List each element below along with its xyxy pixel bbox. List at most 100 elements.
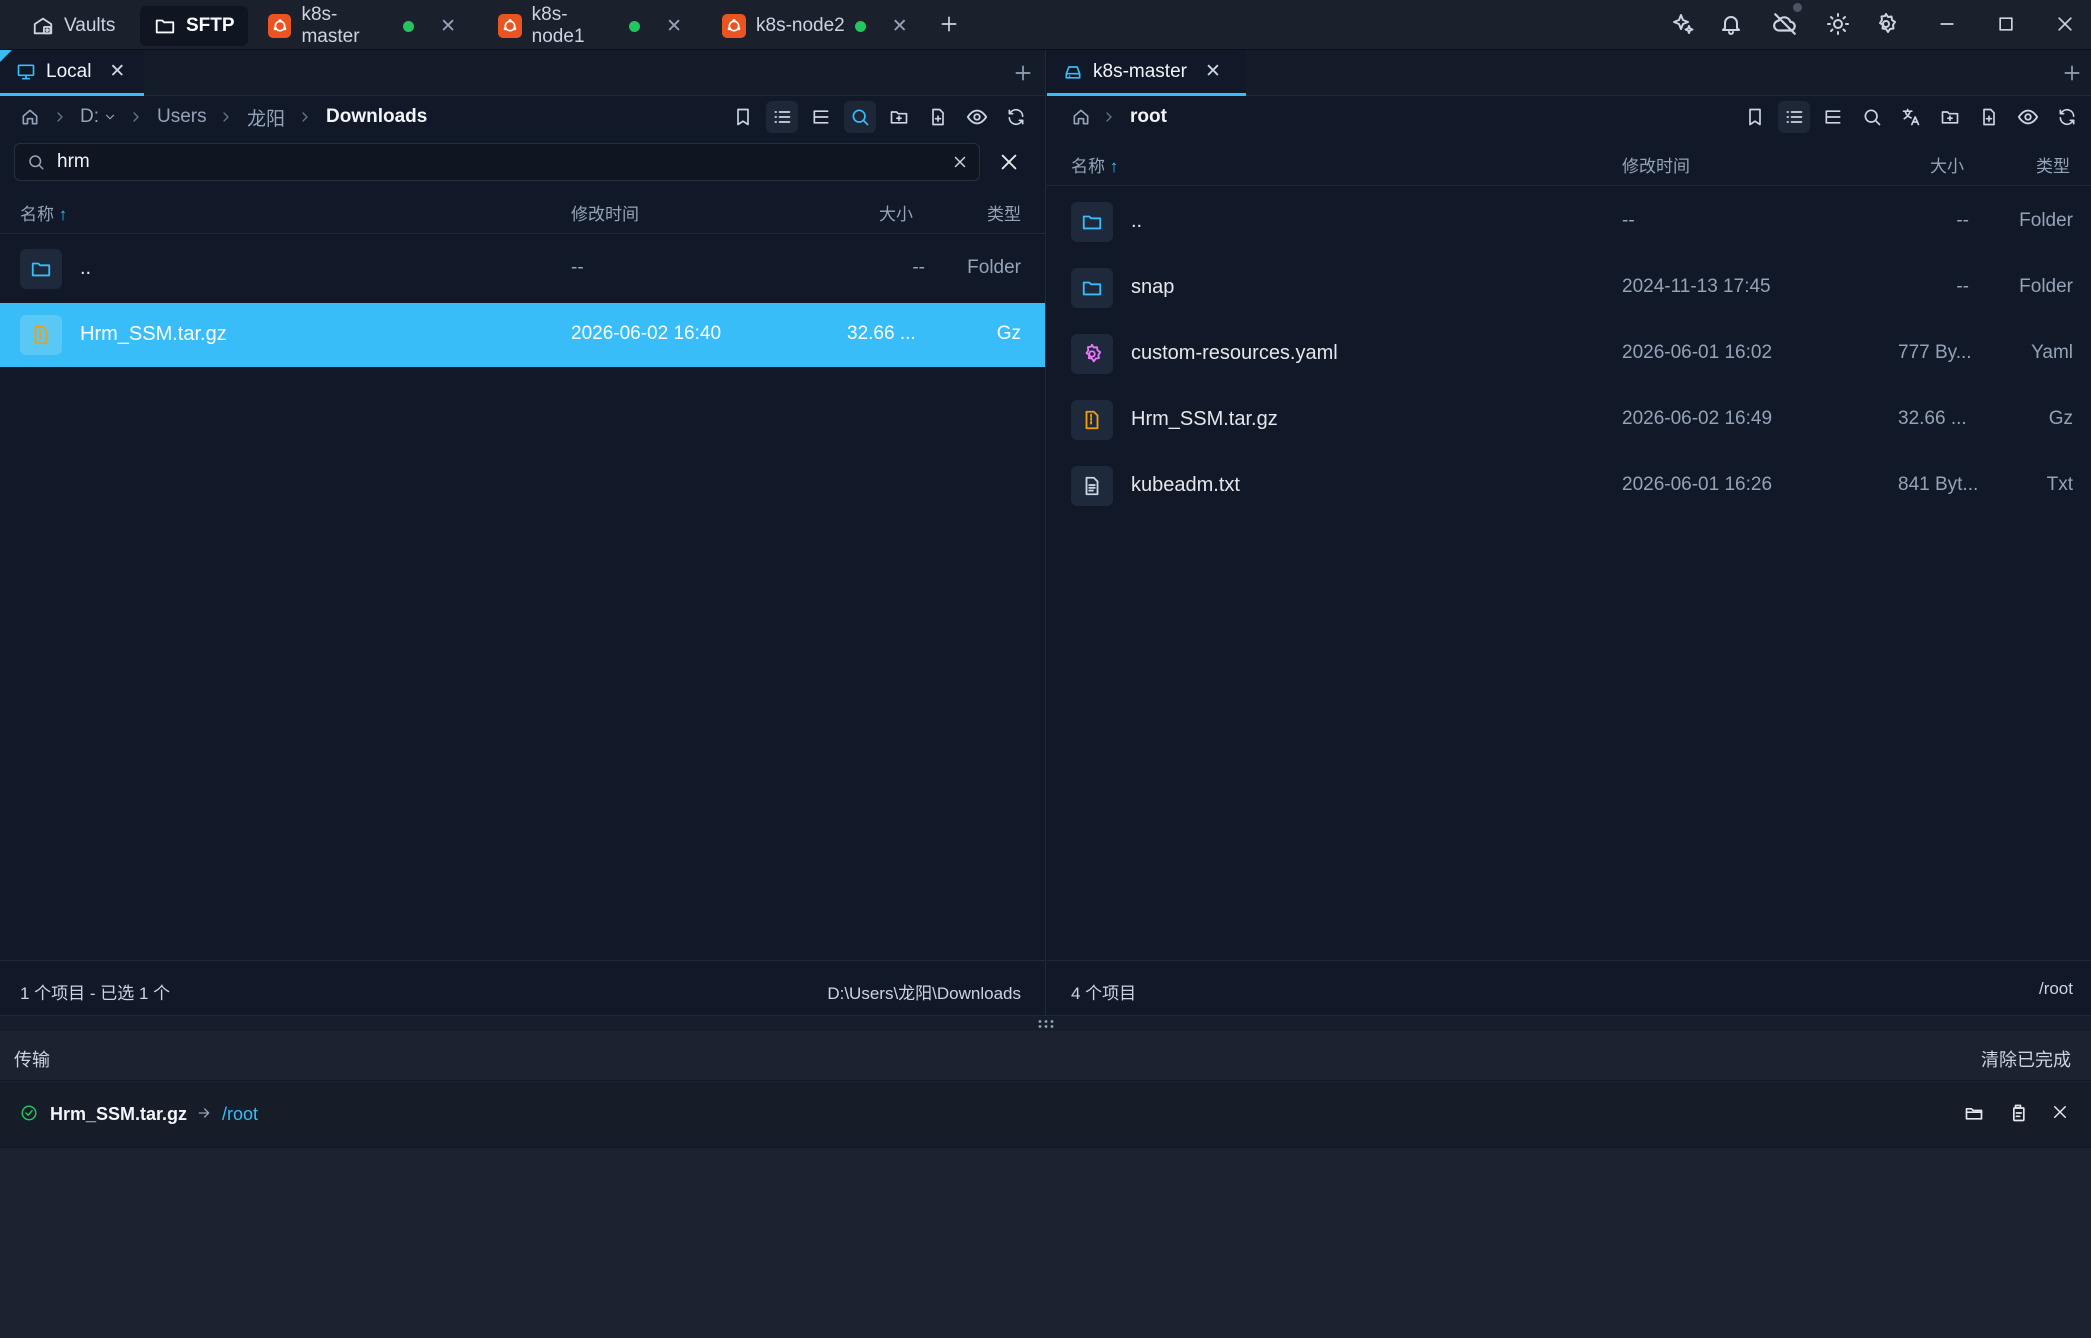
- file-modified: 2026-06-01 16:02: [1622, 342, 1773, 363]
- monitor-icon: [16, 62, 36, 82]
- remove-transfer-icon[interactable]: [2051, 1103, 2069, 1121]
- col-name[interactable]: 名称 ↑: [20, 200, 67, 225]
- new-tab-plus-icon[interactable]: [1008, 58, 1038, 88]
- panel-resize-handle[interactable]: [0, 1015, 2091, 1031]
- eye-icon[interactable]: [2012, 101, 2044, 133]
- cloud-off-icon[interactable]: [1770, 3, 1802, 39]
- remote-tabbar: k8s-master ✕: [1047, 50, 2091, 96]
- col-name[interactable]: 名称 ↑: [1071, 152, 1118, 177]
- breadcrumb-drive[interactable]: D:: [80, 96, 117, 138]
- tab-k8s-node2[interactable]: k8s-node2 ✕: [708, 6, 924, 46]
- tree-view-icon[interactable]: [1817, 101, 1849, 133]
- gear-icon[interactable]: [1871, 9, 1901, 39]
- connected-dot: [629, 20, 641, 32]
- chevron-right-icon: [128, 109, 144, 125]
- new-folder-icon[interactable]: [1934, 101, 1966, 133]
- tab-label: k8s-master: [1093, 60, 1187, 82]
- tree-view-icon[interactable]: [805, 101, 837, 133]
- file-size: 32.66 ...: [1898, 408, 1967, 429]
- breadcrumb-current[interactable]: Downloads: [326, 96, 427, 138]
- search-icon[interactable]: [844, 101, 876, 133]
- sun-icon[interactable]: [1823, 9, 1853, 39]
- badge-dot: [1793, 3, 1802, 12]
- search-icon[interactable]: [1856, 101, 1888, 133]
- file-type: Folder: [2019, 210, 2073, 231]
- maximize-icon[interactable]: [1991, 9, 2021, 39]
- table-row[interactable]: .. -- -- Folder: [0, 237, 1045, 301]
- close-tab-icon[interactable]: ✕: [109, 60, 125, 83]
- file-size: --: [1956, 276, 1969, 297]
- file-size: 777 By...: [1898, 342, 1972, 363]
- tab-k8s-node1[interactable]: k8s-node1 ✕: [484, 4, 696, 47]
- close-icon[interactable]: [2050, 9, 2080, 39]
- col-type[interactable]: 类型: [987, 200, 1021, 225]
- new-file-icon[interactable]: [1973, 101, 2005, 133]
- new-file-icon[interactable]: [922, 101, 954, 133]
- tab-k8s-master[interactable]: k8s-master ✕: [1047, 50, 1246, 96]
- list-view-icon[interactable]: [1778, 101, 1810, 133]
- file-modified: --: [571, 257, 584, 278]
- transfer-destination-link[interactable]: /root: [222, 1104, 258, 1125]
- table-row[interactable]: snap 2024-11-13 17:45 -- Folder: [1047, 256, 2091, 320]
- file-name: snap: [1131, 276, 1175, 298]
- tab-sftp[interactable]: SFTP: [140, 6, 248, 46]
- bookmark-icon[interactable]: [1739, 101, 1771, 133]
- minimize-icon[interactable]: [1932, 9, 1962, 39]
- close-tab-icon[interactable]: ✕: [892, 15, 908, 38]
- chevron-right-icon: [297, 109, 313, 125]
- table-row[interactable]: Hrm_SSM.tar.gz 2026-06-02 16:49 32.66 ..…: [1047, 388, 2091, 452]
- search-input[interactable]: [57, 148, 937, 176]
- refresh-icon[interactable]: [1000, 101, 1032, 133]
- home-icon[interactable]: [1071, 96, 1091, 138]
- sort-asc-icon: ↑: [58, 205, 68, 224]
- vault-icon: [32, 15, 54, 37]
- close-tab-icon[interactable]: ✕: [1205, 60, 1221, 83]
- col-modified[interactable]: 修改时间: [571, 200, 639, 225]
- column-header: 名称 ↑ 修改时间 大小 类型: [0, 186, 1045, 234]
- col-size[interactable]: 大小: [879, 200, 913, 225]
- status-bar: 4 个项目 /root: [1047, 960, 2091, 1015]
- status-path: /root: [2038, 979, 2073, 998]
- copy-path-icon[interactable]: [2008, 1103, 2028, 1123]
- clear-search-icon[interactable]: [951, 153, 969, 171]
- bell-icon[interactable]: [1716, 9, 1746, 39]
- ubuntu-icon: [722, 14, 746, 38]
- tab-label: k8s-node1: [531, 4, 585, 47]
- open-folder-icon[interactable]: [1964, 1103, 1984, 1123]
- new-tab-plus-icon[interactable]: [2057, 58, 2087, 88]
- clear-completed-button[interactable]: 清除已完成: [1981, 1046, 2071, 1072]
- translate-icon[interactable]: [1895, 101, 1927, 133]
- ai-sparkle-icon[interactable]: [1668, 9, 1698, 39]
- table-row-selected[interactable]: Hrm_SSM.tar.gz 2026-06-02 16:40 32.66 ..…: [0, 303, 1045, 367]
- tab-label: SFTP: [186, 15, 235, 36]
- bookmark-icon[interactable]: [727, 101, 759, 133]
- col-size[interactable]: 大小: [1930, 152, 1964, 177]
- home-icon[interactable]: [20, 96, 40, 138]
- table-row[interactable]: custom-resources.yaml 2026-06-01 16:02 7…: [1047, 322, 2091, 386]
- archive-icon: [20, 315, 62, 355]
- breadcrumb-item[interactable]: Users: [157, 96, 207, 138]
- col-type[interactable]: 类型: [2036, 152, 2070, 177]
- close-search-icon[interactable]: [998, 151, 1020, 173]
- table-row[interactable]: .. -- -- Folder: [1047, 190, 2091, 254]
- close-tab-icon[interactable]: ✕: [666, 15, 682, 38]
- breadcrumb-item[interactable]: 龙阳: [247, 96, 285, 138]
- tab-vaults[interactable]: Vaults: [18, 6, 138, 46]
- col-modified[interactable]: 修改时间: [1622, 152, 1690, 177]
- breadcrumb-current[interactable]: root: [1130, 96, 1167, 138]
- new-folder-icon[interactable]: [883, 101, 915, 133]
- eye-icon[interactable]: [961, 101, 993, 133]
- table-row[interactable]: kubeadm.txt 2026-06-01 16:26 841 Byt... …: [1047, 454, 2091, 518]
- new-tab-plus-icon[interactable]: [934, 9, 964, 39]
- refresh-icon[interactable]: [2051, 101, 2083, 133]
- close-tab-icon[interactable]: ✕: [440, 15, 456, 38]
- tab-local[interactable]: Local ✕: [0, 50, 144, 96]
- transfer-item: Hrm_SSM.tar.gz /root: [0, 1082, 2091, 1148]
- tab-k8s-master[interactable]: k8s-master ✕: [254, 4, 470, 47]
- archive-icon: [1071, 400, 1113, 440]
- list-view-icon[interactable]: [766, 101, 798, 133]
- transfer-panel: 传输 清除已完成 Hrm_SSM.tar.gz /root: [0, 1031, 2091, 1338]
- file-name: Hrm_SSM.tar.gz: [1131, 408, 1278, 430]
- file-type: Gz: [996, 323, 1021, 344]
- status-count: 4 个项目: [1071, 984, 1137, 1003]
